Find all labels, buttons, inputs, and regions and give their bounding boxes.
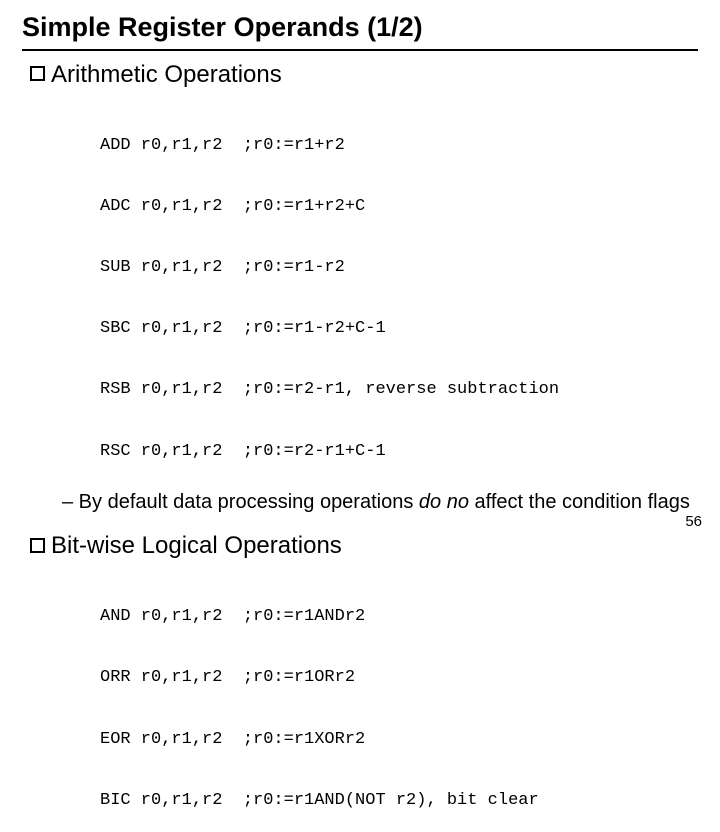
section-logical-heading: Bit-wise Logical Operations <box>30 532 698 560</box>
section-arithmetic-heading-text: Arithmetic Operations <box>51 61 282 88</box>
code-line: RSB r0,r1,r2 ;r0:=r2-r1, reverse subtrac… <box>100 380 698 400</box>
code-line: SUB r0,r1,r2 ;r0:=r1-r2 <box>100 258 698 278</box>
page-number: 56 <box>685 513 702 530</box>
logical-code-block: AND r0,r1,r2 ;r0:=r1ANDr2 ORR r0,r1,r2 ;… <box>100 566 698 831</box>
note-text-em: do no <box>419 491 469 513</box>
code-line: AND r0,r1,r2 ;r0:=r1ANDr2 <box>100 607 698 627</box>
code-line: BIC r0,r1,r2 ;r0:=r1AND(NOT r2), bit cle… <box>100 791 698 811</box>
arithmetic-note: – By default data processing operations … <box>62 490 698 514</box>
code-line: ORR r0,r1,r2 ;r0:=r1ORr2 <box>100 668 698 688</box>
slide-title: Simple Register Operands (1/2) <box>22 12 698 51</box>
section-arithmetic-heading: Arithmetic Operations <box>30 61 698 89</box>
code-line: ADD r0,r1,r2 ;r0:=r1+r2 <box>100 136 698 156</box>
note-text-prefix: – By default data processing operations <box>62 491 419 513</box>
arithmetic-code-block: ADD r0,r1,r2 ;r0:=r1+r2 ADC r0,r1,r2 ;r0… <box>100 95 698 482</box>
bullet-square-icon <box>30 66 45 81</box>
section-logical-heading-text: Bit-wise Logical Operations <box>51 532 342 559</box>
code-line: EOR r0,r1,r2 ;r0:=r1XORr2 <box>100 730 698 750</box>
code-line: ADC r0,r1,r2 ;r0:=r1+r2+C <box>100 197 698 217</box>
code-line: RSC r0,r1,r2 ;r0:=r2-r1+C-1 <box>100 442 698 462</box>
code-line: SBC r0,r1,r2 ;r0:=r1-r2+C-1 <box>100 319 698 339</box>
note-text-suffix: affect the condition flags <box>469 491 690 513</box>
